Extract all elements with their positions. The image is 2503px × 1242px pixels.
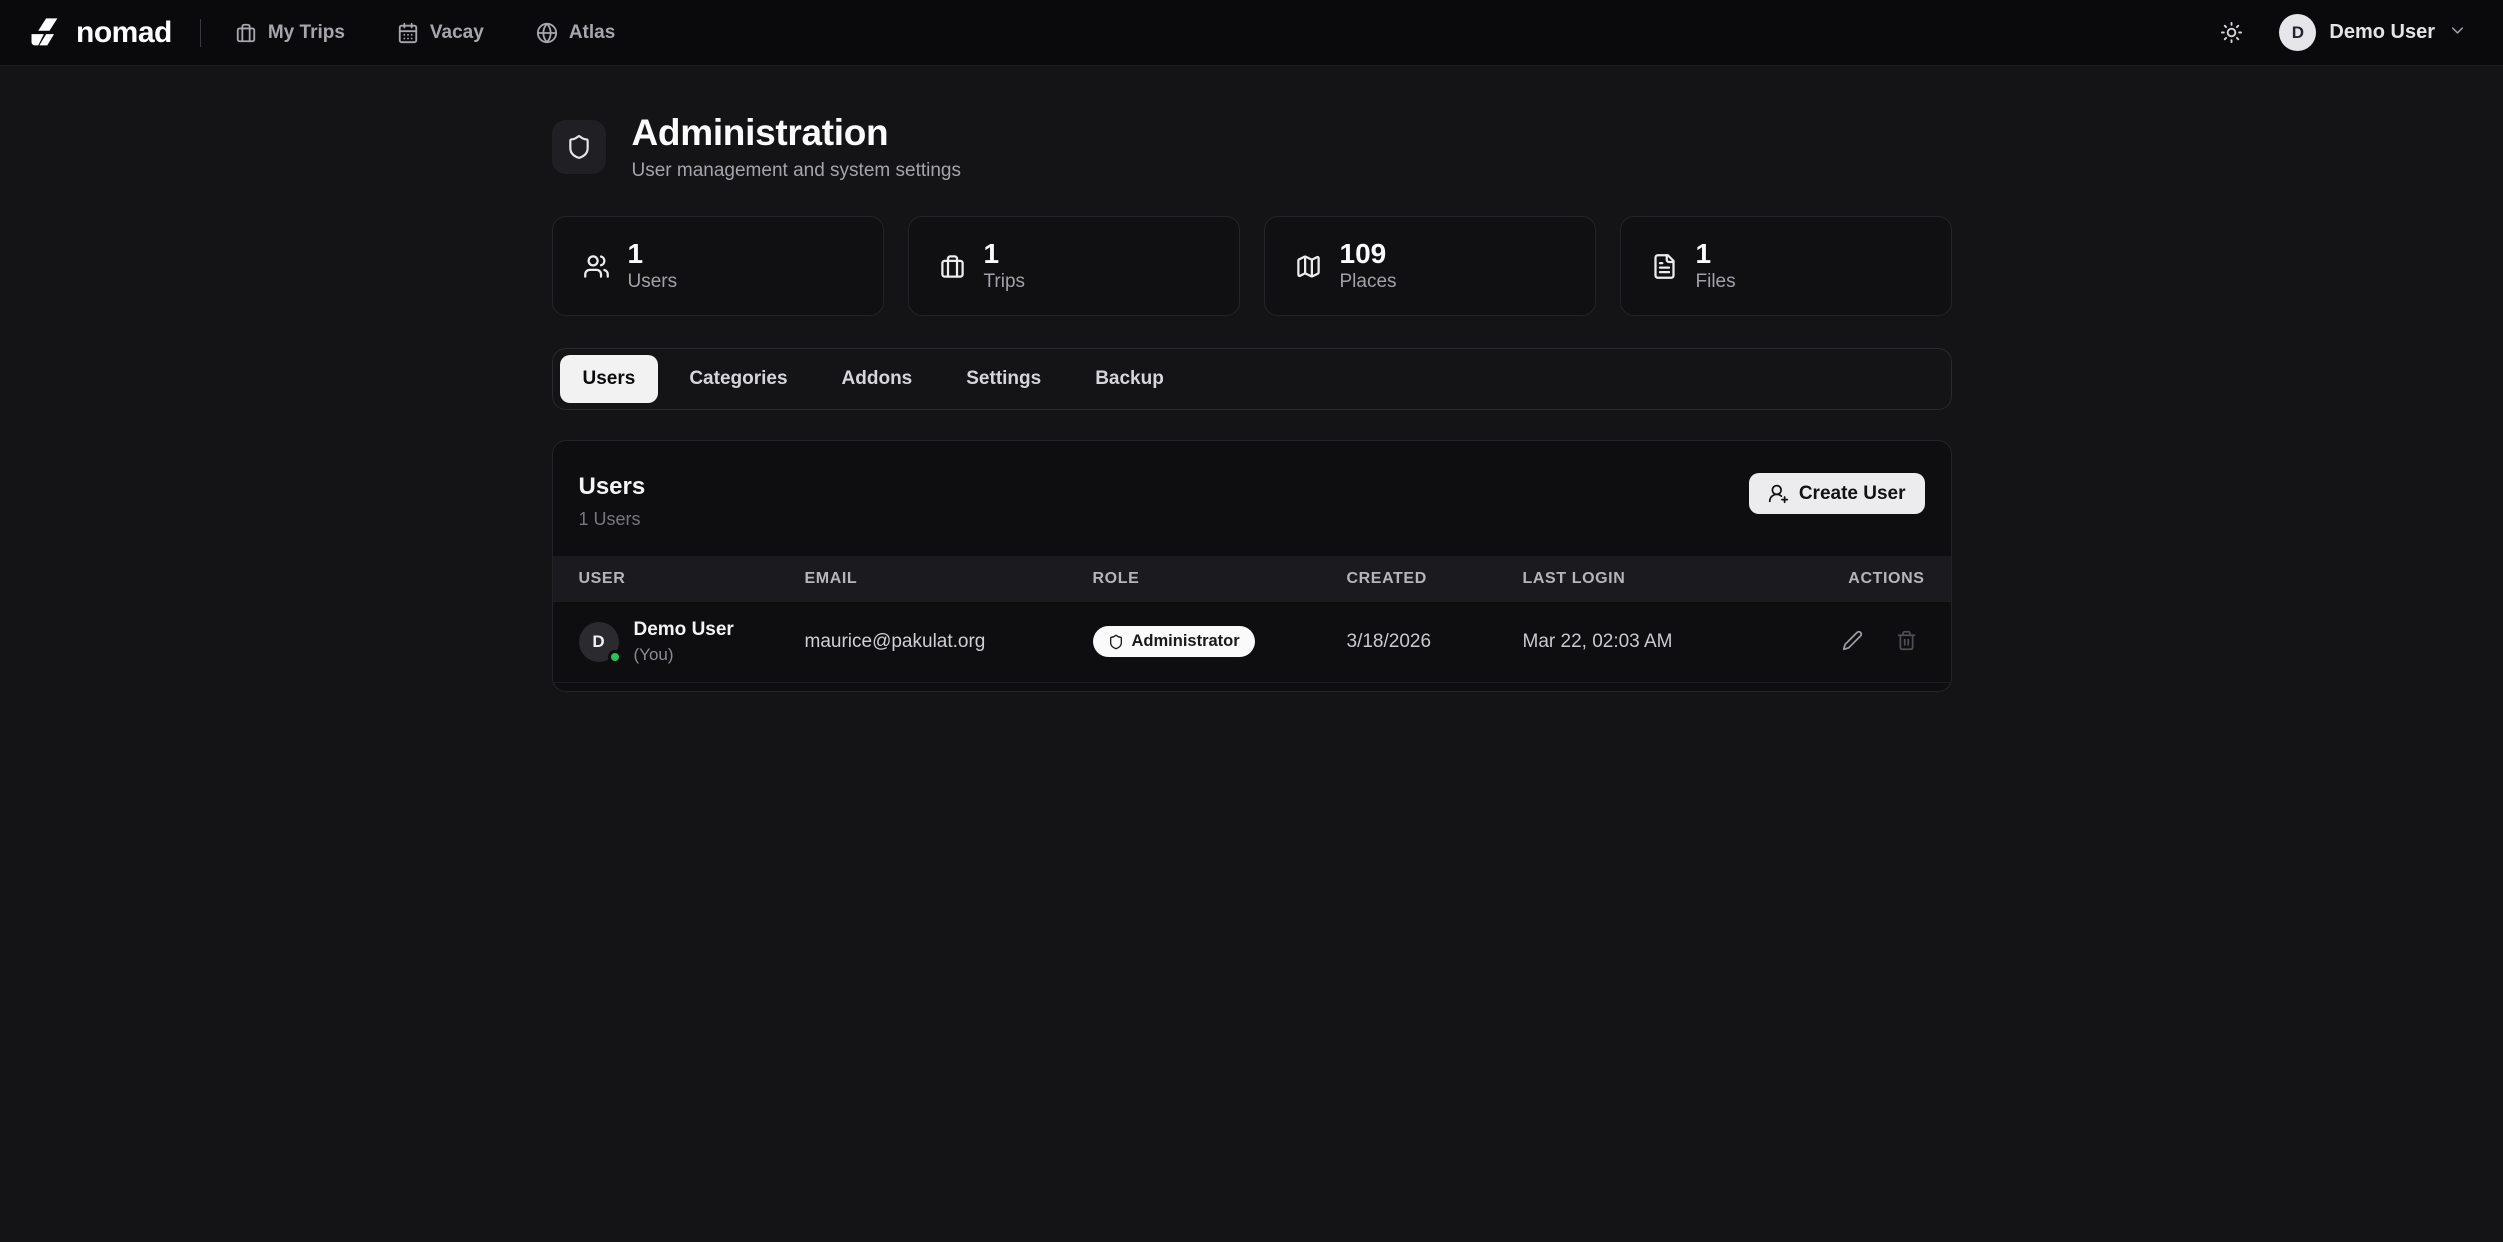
online-status-dot (608, 650, 622, 664)
briefcase-icon (939, 253, 966, 280)
user-email: maurice@pakulat.org (805, 631, 986, 652)
stat-value: 1 (628, 239, 678, 268)
calendar-icon (397, 22, 419, 44)
stat-text: 109 Places (1340, 239, 1397, 293)
nav-item-my-trips[interactable]: My Trips (235, 22, 345, 44)
you-label: (You) (634, 645, 734, 665)
table-row: D Demo User (You) maurice@pakulat.org (553, 602, 1951, 682)
column-header-created: Created (1347, 556, 1523, 602)
stat-label: Trips (984, 271, 1026, 293)
stat-label: Files (1696, 271, 1736, 293)
tab-categories[interactable]: Categories (666, 355, 810, 403)
stat-value: 1 (984, 239, 1026, 268)
stat-value: 1 (1696, 239, 1736, 268)
tab-backup[interactable]: Backup (1072, 355, 1187, 403)
users-icon (583, 253, 610, 280)
user-display-name: Demo User (634, 619, 734, 641)
last-login-date: Mar 22, 02:03 AM (1523, 631, 1673, 652)
users-panel: Users 1 Users Create User User Email Rol… (552, 440, 1952, 692)
admin-tabs: Users Categories Addons Settings Backup (552, 348, 1952, 410)
top-navbar: nomad My Trips Vacay Atlas D Demo Us (0, 0, 2503, 66)
nav-divider (200, 19, 201, 47)
column-header-user: User (553, 556, 805, 602)
tab-addons[interactable]: Addons (819, 355, 936, 403)
nav-item-label: My Trips (268, 22, 345, 44)
users-panel-title: Users (579, 473, 646, 501)
stat-card-trips: 1 Trips (908, 216, 1240, 316)
column-header-actions: Actions (1773, 556, 1951, 602)
delete-user-button[interactable] (1892, 626, 1921, 658)
stat-text: 1 Trips (984, 239, 1026, 293)
nav-item-vacay[interactable]: Vacay (397, 22, 484, 44)
navbar-right: D Demo User (2214, 14, 2467, 51)
tab-settings[interactable]: Settings (943, 355, 1064, 403)
brand-name: nomad (76, 16, 172, 50)
stat-card-files: 1 Files (1620, 216, 1952, 316)
shield-icon (552, 120, 606, 174)
user-name: Demo User (2329, 21, 2435, 44)
file-icon (1651, 253, 1678, 280)
users-count: 1 Users (579, 509, 646, 530)
sun-icon (2220, 21, 2243, 44)
briefcase-icon (235, 22, 257, 44)
stat-card-users: 1 Users (552, 216, 884, 316)
create-user-button[interactable]: Create User (1749, 473, 1925, 514)
page-subtitle: User management and system settings (632, 160, 962, 182)
map-icon (1295, 253, 1322, 280)
users-table: User Email Role Created Last login Actio… (553, 556, 1951, 683)
user-cell: D Demo User (You) (579, 619, 805, 665)
nav-item-label: Atlas (569, 22, 615, 44)
user-name-block: Demo User (You) (634, 619, 734, 665)
nav-item-atlas[interactable]: Atlas (536, 22, 615, 44)
avatar-initial: D (592, 632, 604, 652)
page-header-text: Administration User management and syste… (632, 112, 962, 182)
stat-card-places: 109 Places (1264, 216, 1596, 316)
stat-text: 1 Files (1696, 239, 1736, 293)
brand-logo[interactable]: nomad (26, 15, 172, 51)
pencil-icon (1842, 630, 1863, 651)
users-panel-header: Users 1 Users Create User (553, 441, 1951, 556)
column-header-email: Email (805, 556, 1093, 602)
table-header-row: User Email Role Created Last login Actio… (553, 556, 1951, 602)
column-header-role: Role (1093, 556, 1347, 602)
user-plus-icon (1768, 483, 1789, 504)
stat-label: Users (628, 271, 678, 293)
create-user-label: Create User (1799, 483, 1906, 505)
main-content: Administration User management and syste… (552, 66, 1952, 692)
page-title: Administration (632, 112, 962, 154)
role-label: Administrator (1132, 632, 1240, 651)
trash-icon (1896, 630, 1917, 651)
nav-item-label: Vacay (430, 22, 484, 44)
page-header: Administration User management and syste… (552, 112, 1952, 182)
user-menu[interactable]: D Demo User (2279, 14, 2467, 51)
users-panel-title-block: Users 1 Users (579, 473, 646, 530)
edit-user-button[interactable] (1838, 626, 1867, 658)
stats-grid: 1 Users 1 Trips 109 Places (552, 216, 1952, 316)
chevron-down-icon (2448, 21, 2467, 45)
stat-label: Places (1340, 271, 1397, 293)
globe-icon (536, 22, 558, 44)
created-date: 3/18/2026 (1347, 631, 1432, 652)
theme-toggle-button[interactable] (2214, 15, 2249, 50)
shield-icon (1108, 634, 1124, 650)
avatar: D (579, 622, 619, 662)
app-viewport: nomad My Trips Vacay Atlas D Demo Us (0, 0, 2503, 1242)
tab-users[interactable]: Users (560, 355, 659, 403)
nomad-logo-icon (26, 15, 64, 51)
stat-text: 1 Users (628, 239, 678, 293)
avatar: D (2279, 14, 2316, 51)
stat-value: 109 (1340, 239, 1397, 268)
primary-nav: My Trips Vacay Atlas (235, 22, 615, 44)
column-header-last-login: Last login (1523, 556, 1773, 602)
role-badge: Administrator (1093, 626, 1255, 657)
